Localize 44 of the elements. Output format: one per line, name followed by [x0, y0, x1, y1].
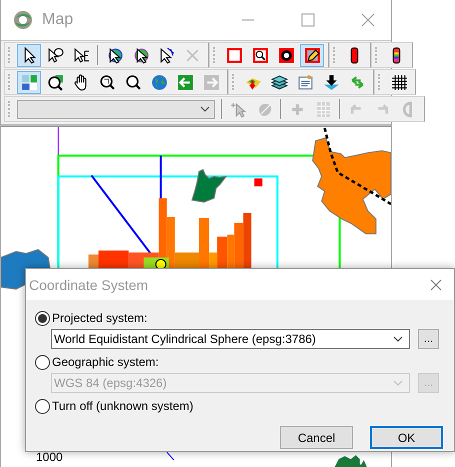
lasso-pointer-icon: [46, 46, 64, 64]
zoom-box-icon: [98, 74, 116, 90]
radio-label: Projected system:: [52, 311, 148, 325]
dialog-button[interactable]: OK: [370, 426, 443, 449]
radio-label: Turn off (unknown system): [52, 399, 194, 413]
dialog-title: Coordinate System: [29, 276, 150, 292]
text-pointer-icon: [72, 46, 90, 64]
close-icon: [184, 46, 200, 64]
radio-label: Geographic system:: [52, 355, 159, 369]
left-arrow-icon: [176, 74, 194, 90]
globe-pointer-icon: [106, 46, 122, 64]
close-icon[interactable]: [430, 278, 442, 290]
tool-button[interactable]: [300, 44, 324, 66]
properties-icon: [296, 74, 314, 90]
chevron-icon: [200, 106, 210, 112]
zoom-square-icon: [252, 46, 268, 64]
grid-lines-icon: [390, 74, 408, 90]
logo-icon: [12, 9, 34, 31]
zoom-grid-icon: [46, 74, 64, 90]
download-icon: [322, 74, 340, 90]
tool-button[interactable]: [17, 44, 41, 66]
chevron-icon: [393, 380, 403, 386]
add-pointer-icon: [230, 100, 246, 118]
move-square-icon: [278, 46, 294, 64]
grid-icon: [20, 74, 38, 90]
radio-button[interactable]: [35, 398, 50, 414]
pencil-square-icon: [304, 46, 320, 64]
scale-label: 1000: [36, 451, 63, 463]
table-icon: [314, 100, 332, 118]
globe-icon: [150, 74, 168, 90]
square-icon: [226, 46, 242, 64]
window-title: Map: [42, 11, 74, 29]
browse-button[interactable]: ...: [418, 329, 439, 349]
swap-icon: [348, 74, 366, 90]
pointer-icon: [158, 46, 174, 64]
layers-icon: [270, 74, 288, 90]
system-dropdown[interactable]: World Equidistant Cylindrical Sphere (epsg:3786): [51, 329, 410, 349]
hand-icon: [72, 74, 90, 90]
right-arrow-icon: [202, 74, 220, 90]
globe-pointer-icon: [132, 46, 148, 64]
dialog-button[interactable]: Cancel: [280, 426, 353, 449]
chevron-icon: [393, 336, 403, 342]
search-icon: [124, 74, 142, 90]
radio-button[interactable]: [35, 310, 50, 326]
